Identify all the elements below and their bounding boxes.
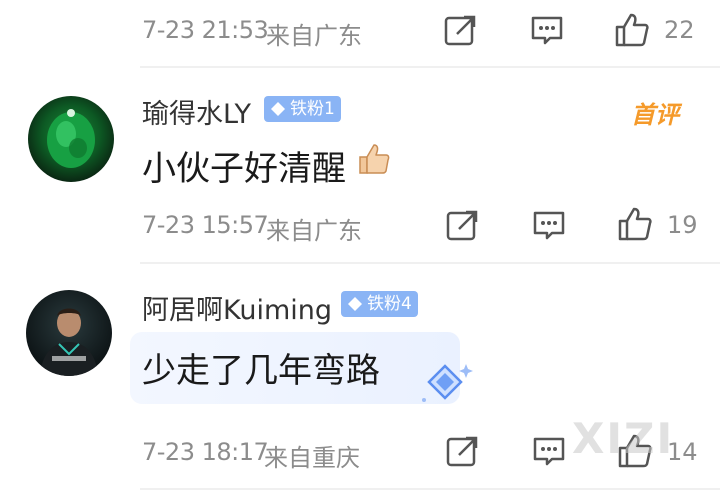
- diamond-sparkle-icon: [422, 364, 473, 402]
- comment-text: 少走了几年弯路: [142, 351, 380, 391]
- diamond-icon: [271, 102, 285, 116]
- like-button[interactable]: [614, 12, 650, 48]
- share-button[interactable]: [444, 14, 478, 46]
- watermark: XIZI: [572, 414, 675, 463]
- comment-location: 来自广东: [266, 22, 362, 50]
- share-icon: [446, 436, 478, 467]
- share-icon: [444, 15, 476, 46]
- thumbs-up-emoji: [356, 141, 392, 181]
- username[interactable]: 阿居啊Kuiming: [142, 288, 332, 327]
- diamond-icon: [348, 297, 362, 311]
- like-count: 22: [664, 16, 695, 44]
- divider: [140, 488, 720, 490]
- divider: [140, 262, 720, 264]
- comment-icon: [533, 211, 565, 240]
- like-button[interactable]: [617, 206, 653, 242]
- comment-icon: [531, 16, 563, 45]
- avatar[interactable]: [26, 290, 112, 376]
- fan-badge-label: 铁粉4: [367, 294, 412, 314]
- fan-badge: 铁粉1: [264, 96, 341, 122]
- driver-portrait-image: [40, 308, 98, 376]
- username[interactable]: 瑜得水LY: [142, 92, 251, 131]
- fan-badge-label: 铁粉1: [290, 99, 335, 119]
- like-count: 19: [667, 211, 698, 239]
- comment-time: 7-23 18:17: [142, 438, 269, 466]
- reply-button[interactable]: [530, 15, 564, 47]
- share-icon: [446, 210, 478, 241]
- reply-button[interactable]: [532, 436, 566, 468]
- thumbs-up-emoji-icon: [359, 144, 390, 174]
- comment-time: 7-23 21:53: [142, 16, 269, 44]
- reply-button[interactable]: [532, 210, 566, 242]
- thumbs-up-icon: [615, 13, 649, 47]
- comment-time: 7-23 15:57: [142, 211, 269, 239]
- thumbs-up-icon: [618, 207, 652, 241]
- comment-location: 来自重庆: [264, 444, 360, 472]
- comment-text: 小伙子好清醒: [142, 149, 346, 189]
- fan-badge: 铁粉4: [341, 291, 418, 317]
- first-comment-tag: 首评: [631, 101, 679, 129]
- comment-icon: [533, 437, 565, 466]
- share-button[interactable]: [446, 435, 480, 467]
- share-button[interactable]: [446, 209, 480, 241]
- jade-pendant-image: [47, 109, 95, 168]
- divider: [140, 66, 720, 68]
- avatar[interactable]: [28, 96, 114, 182]
- comment-location: 来自广东: [266, 217, 362, 245]
- sparkle-decoration: [416, 360, 474, 410]
